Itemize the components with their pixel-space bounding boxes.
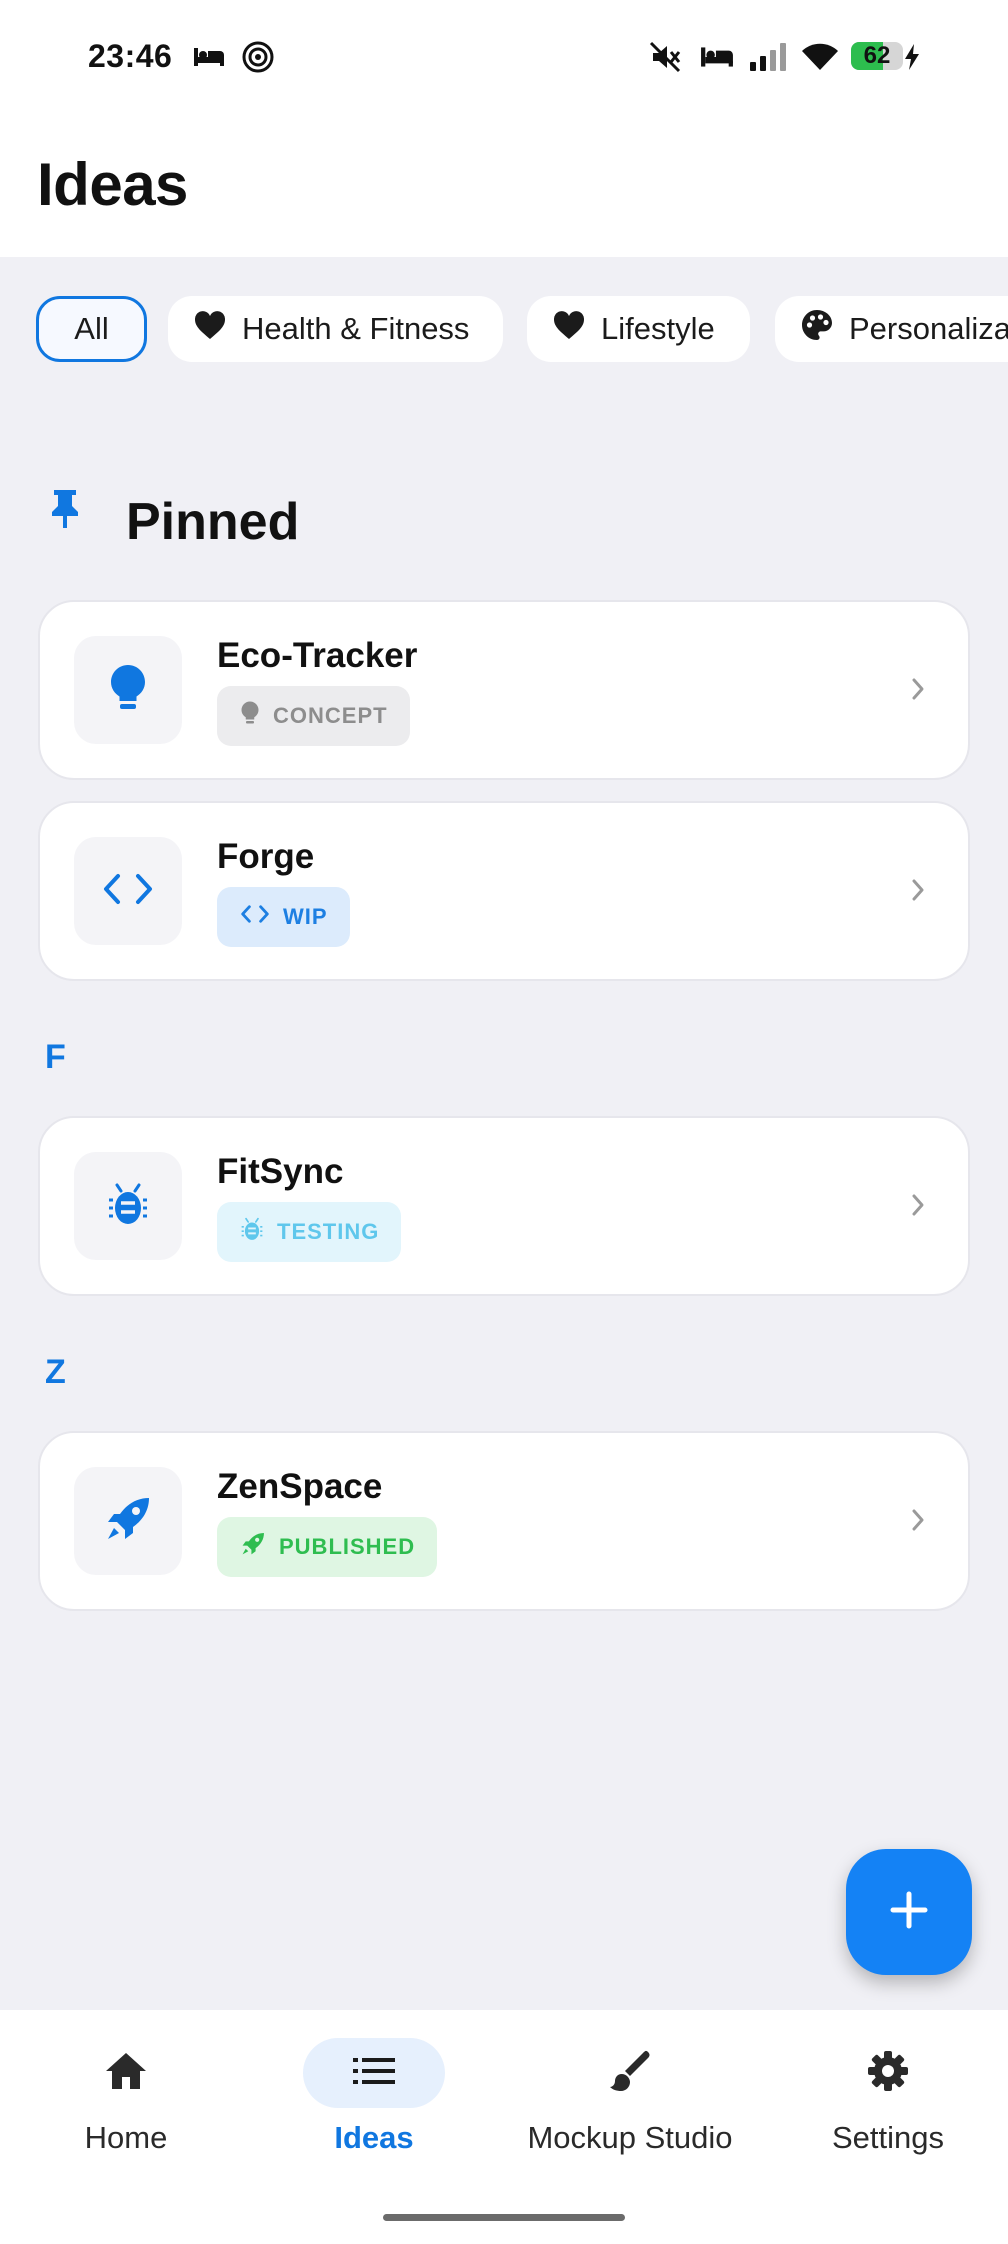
home-icon xyxy=(104,2051,148,2096)
idea-name: ZenSpace xyxy=(217,1467,383,1506)
idea-card-eco-tracker[interactable]: Eco-Tracker CONCEPT xyxy=(38,600,970,780)
heart-icon xyxy=(194,310,226,348)
filter-chip-personalization[interactable]: Personaliza xyxy=(775,296,1008,362)
brush-icon xyxy=(608,2049,652,2098)
pin-icon xyxy=(48,488,82,535)
status-badge: TESTING xyxy=(217,1202,402,1262)
status-label: TESTING xyxy=(277,1219,380,1244)
add-idea-button[interactable] xyxy=(846,1849,972,1975)
battery-indicator: 62 xyxy=(851,42,903,70)
palette-icon xyxy=(801,309,833,349)
filter-chip-label: Personaliza xyxy=(849,311,1008,346)
wifi-icon xyxy=(801,40,839,74)
section-title-pinned: Pinned xyxy=(126,493,300,551)
filter-chip-label: All xyxy=(74,311,109,346)
charging-icon xyxy=(903,40,921,74)
idea-icon-box xyxy=(74,1152,182,1260)
filter-chip-label: Lifestyle xyxy=(601,311,715,346)
battery-level: 62 xyxy=(863,42,891,69)
chevron-right-icon xyxy=(908,674,928,709)
code-icon xyxy=(103,872,153,911)
status-label: CONCEPT xyxy=(273,703,388,728)
nav-label: Ideas xyxy=(334,2120,414,2155)
filter-chip-health-fitness[interactable]: Health & Fitness xyxy=(168,296,503,362)
nav-item-settings[interactable]: Settings xyxy=(762,2038,1008,2178)
section-letter-f: F xyxy=(45,1038,66,1076)
nav-label: Mockup Studio xyxy=(527,2120,733,2155)
filter-chip-all[interactable]: All xyxy=(36,296,147,362)
chevron-right-icon xyxy=(908,1190,928,1225)
chevron-right-icon xyxy=(908,875,928,910)
plus-icon xyxy=(889,1890,929,1935)
idea-card-forge[interactable]: Forge WIP xyxy=(38,801,970,981)
rocket-icon xyxy=(241,1532,265,1562)
bug-icon xyxy=(108,1182,148,1231)
filter-chip-label: Health & Fitness xyxy=(242,311,470,346)
idea-icon-box xyxy=(74,1467,182,1575)
status-badge: CONCEPT xyxy=(217,686,410,746)
section-letter-z: Z xyxy=(45,1353,66,1391)
list-icon xyxy=(352,2056,396,2091)
page-title: Ideas xyxy=(37,151,188,218)
lightbulb-icon xyxy=(110,664,146,717)
status-label: WIP xyxy=(283,904,328,929)
status-badge: WIP xyxy=(217,887,350,947)
lightbulb-icon xyxy=(241,700,259,732)
bed-icon xyxy=(700,40,734,74)
section-header-pinned: Pinned xyxy=(48,488,299,551)
idea-icon-box xyxy=(74,636,182,744)
nav-label: Settings xyxy=(831,2120,944,2155)
nav-item-home[interactable]: Home xyxy=(0,2038,252,2178)
idea-name: FitSync xyxy=(217,1152,344,1191)
status-bar: 23:46 62 xyxy=(0,0,1008,115)
idea-name: Eco-Tracker xyxy=(217,636,418,675)
mute-icon xyxy=(648,40,682,74)
nav-item-ideas[interactable]: Ideas xyxy=(248,2038,500,2178)
bug-icon xyxy=(241,1217,263,1247)
status-label: PUBLISHED xyxy=(279,1534,416,1559)
chevron-right-icon xyxy=(908,1505,928,1540)
gear-icon xyxy=(866,2049,910,2098)
nav-item-mockup-studio[interactable]: Mockup Studio xyxy=(504,2038,756,2178)
status-time: 23:46 xyxy=(88,38,173,74)
top-area: 23:46 62 Ideas xyxy=(0,0,1008,257)
radar-icon xyxy=(241,40,275,74)
nav-label: Home xyxy=(84,2120,168,2155)
filter-chip-lifestyle[interactable]: Lifestyle xyxy=(527,296,750,362)
idea-name: Forge xyxy=(217,837,315,876)
idea-card-fitsync[interactable]: FitSync TESTING xyxy=(38,1116,970,1296)
status-badge: PUBLISHED xyxy=(217,1517,438,1577)
rocket-icon xyxy=(105,1496,151,1547)
idea-icon-box xyxy=(74,837,182,945)
category-filter-bar: All Health & Fitness Lifestyle Personali… xyxy=(0,292,1008,366)
code-icon xyxy=(241,904,269,930)
bottom-navigation: Home Ideas Mockup Studio Settings xyxy=(0,2010,1008,2244)
bed-icon xyxy=(193,40,225,74)
idea-card-zenspace[interactable]: ZenSpace PUBLISHED xyxy=(38,1431,970,1611)
signal-icon xyxy=(749,40,787,74)
home-indicator xyxy=(383,2214,625,2221)
heart-icon xyxy=(553,310,585,348)
